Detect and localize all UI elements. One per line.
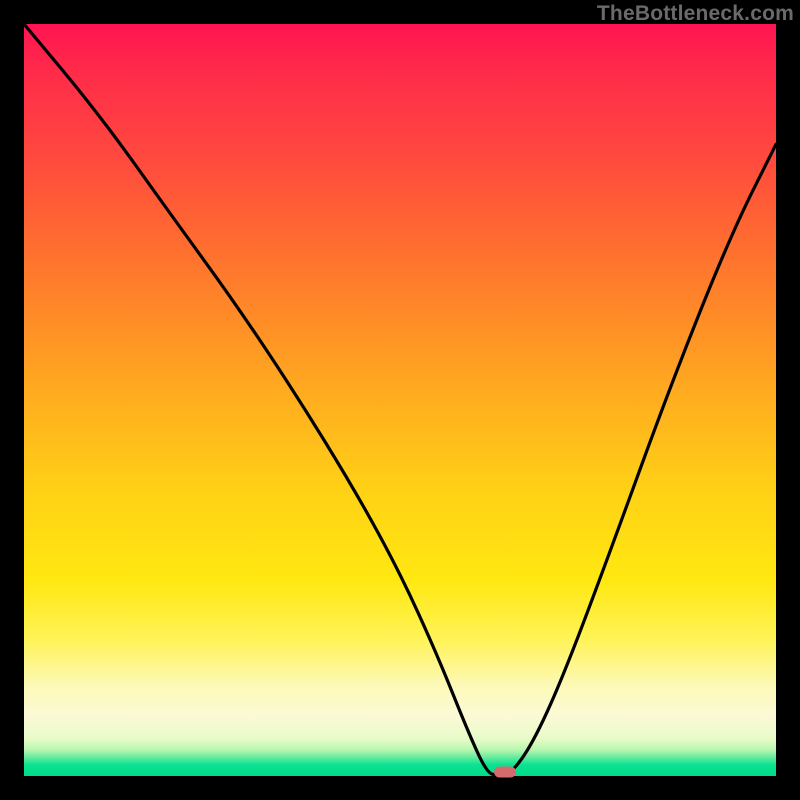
plot-area — [24, 24, 776, 776]
chart-frame: TheBottleneck.com — [0, 0, 800, 800]
watermark-text: TheBottleneck.com — [597, 2, 794, 26]
optimal-marker — [494, 767, 516, 778]
bottleneck-curve — [24, 24, 776, 776]
